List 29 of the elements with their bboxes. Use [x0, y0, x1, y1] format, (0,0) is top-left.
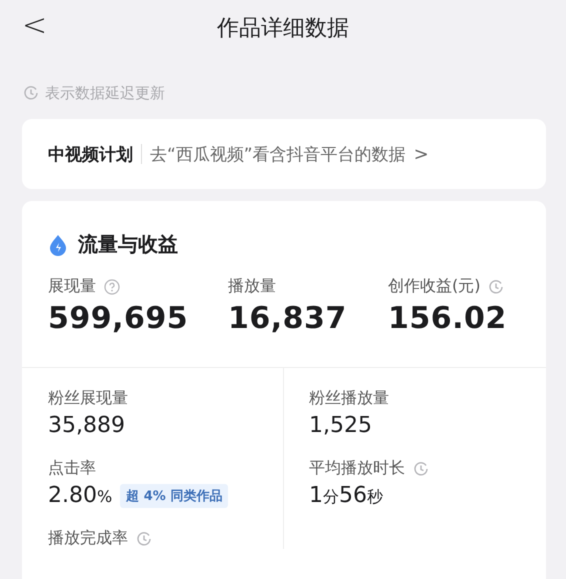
clock-icon [413, 460, 429, 476]
clock-icon [136, 530, 152, 546]
back-button[interactable]: < [18, 8, 52, 43]
metric-value: 1,525 [309, 413, 372, 438]
clock-icon [23, 85, 39, 101]
metric-label: 展现量 [48, 276, 96, 297]
platform-data-link[interactable]: 去“西瓜视频”看含抖音平台的数据 [150, 142, 406, 166]
metric-value: 599,695 [48, 301, 190, 336]
notice-text: 表示数据延迟更新 [45, 84, 165, 102]
metric-label: 创作收益(元) [388, 276, 480, 297]
metric-label: 播放量 [228, 276, 276, 297]
section-title: 流量与收益 [78, 231, 178, 258]
plan-name: 中视频计划 [48, 144, 133, 166]
chevron-icon: > [414, 144, 429, 164]
metric-label: 平均播放时长 [309, 458, 405, 479]
metric-label: 粉丝展现量 [48, 388, 128, 409]
comparison-tag: 超 4% 同类作品 [120, 484, 228, 508]
help-icon[interactable] [104, 278, 120, 294]
metric-value: 35,889 [48, 413, 125, 438]
metric-value: 16,837 [228, 301, 348, 336]
metric-label: 点击率 [48, 458, 96, 479]
clock-icon [488, 278, 504, 294]
metric-value: 156.02 [388, 301, 507, 336]
metric-label: 播放完成率 [48, 528, 128, 549]
page-title: 作品详细数据 [217, 15, 349, 43]
metric-label: 粉丝播放量 [309, 388, 389, 409]
metric-value: 1分56秒 [309, 483, 383, 508]
metric-value: 2.80% [48, 483, 112, 508]
drop-icon [48, 234, 68, 256]
